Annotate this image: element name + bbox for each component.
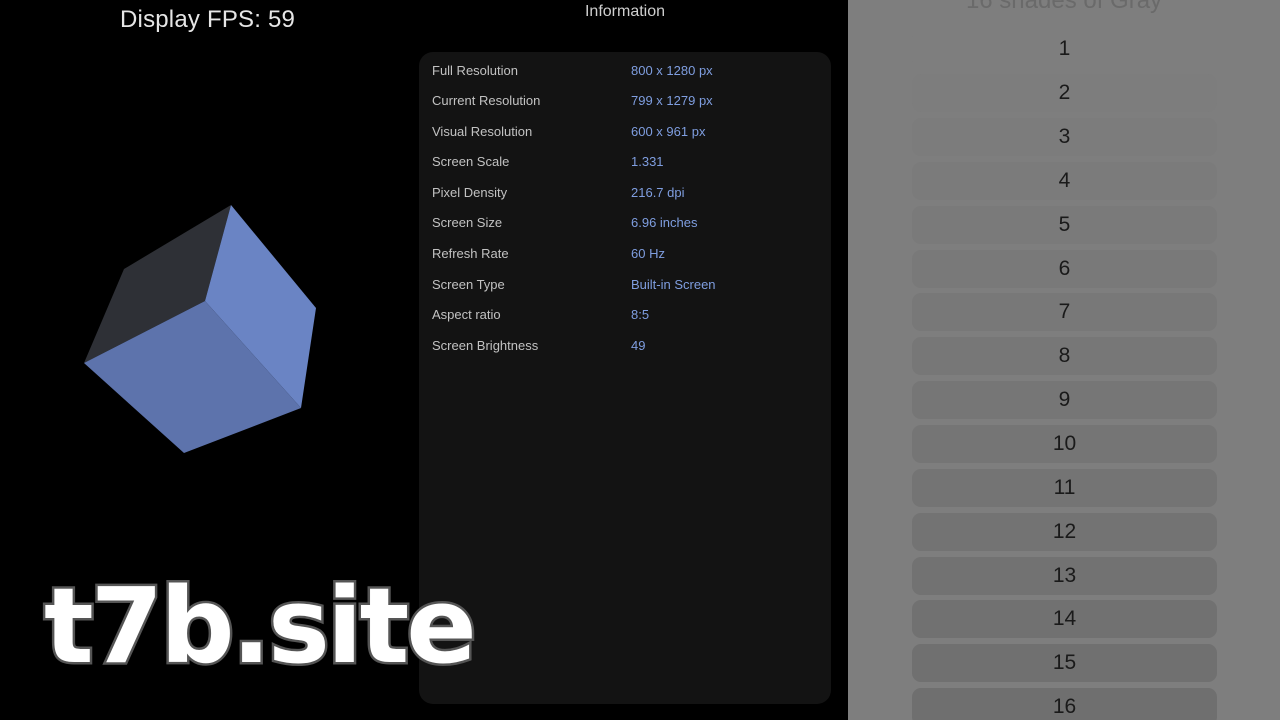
- info-value: 216.7 dpi: [631, 185, 685, 200]
- info-value: 6.96 inches: [631, 215, 698, 230]
- info-row-aspect-ratio: Aspect ratio 8:5: [432, 304, 822, 326]
- info-value: 600 x 961 px: [631, 124, 706, 139]
- shade-swatch-10: 10: [912, 425, 1217, 463]
- shade-swatch-8: 8: [912, 337, 1217, 375]
- info-value: 49: [631, 338, 646, 353]
- shade-swatch-14: 14: [912, 600, 1217, 638]
- info-label: Screen Type: [432, 277, 505, 292]
- info-row-screen-size: Screen Size 6.96 inches: [432, 212, 822, 234]
- shade-swatch-5: 5: [912, 206, 1217, 244]
- info-label: Pixel Density: [432, 185, 508, 200]
- info-value: 1.331: [631, 154, 664, 169]
- info-row-screen-brightness: Screen Brightness 49: [432, 335, 822, 357]
- rotating-cube: [70, 195, 330, 465]
- info-value: 8:5: [631, 307, 650, 322]
- shade-swatch-15: 15: [912, 644, 1217, 682]
- gray-shades-title: 16 shades of Gray: [965, 0, 1163, 14]
- info-label: Aspect ratio: [432, 307, 501, 322]
- shade-swatch-16: 16: [912, 688, 1217, 720]
- info-row-screen-scale: Screen Scale 1.331: [432, 151, 822, 173]
- info-value: 799 x 1279 px: [631, 93, 713, 108]
- shade-swatch-12: 12: [912, 513, 1217, 551]
- info-label: Screen Scale: [432, 154, 510, 169]
- fps-counter: Display FPS: 59: [120, 6, 296, 33]
- info-row-screen-type: Screen Type Built-in Screen: [432, 274, 822, 296]
- screen: Display FPS: 59 Information Full Resolut…: [0, 0, 1280, 720]
- info-label: Refresh Rate: [432, 246, 509, 261]
- shade-swatch-1: 1: [912, 30, 1217, 68]
- shade-swatch-9: 9: [912, 381, 1217, 419]
- info-value: 60 Hz: [631, 246, 665, 261]
- info-row-current-resolution: Current Resolution 799 x 1279 px: [432, 90, 822, 112]
- shade-swatch-11: 11: [912, 469, 1217, 507]
- info-value: Built-in Screen: [631, 277, 716, 292]
- info-card: Full Resolution 800 x 1280 px Current Re…: [419, 52, 831, 704]
- shade-swatch-3: 3: [912, 118, 1217, 156]
- info-label: Screen Brightness: [432, 338, 539, 353]
- info-value: 800 x 1280 px: [631, 63, 713, 78]
- shade-swatch-2: 2: [912, 74, 1217, 112]
- watermark: t7b.site: [42, 564, 480, 689]
- info-row-full-resolution: Full Resolution 800 x 1280 px: [432, 60, 822, 82]
- info-label: Current Resolution: [432, 93, 541, 108]
- info-row-refresh-rate: Refresh Rate 60 Hz: [432, 243, 822, 265]
- info-label: Visual Resolution: [432, 124, 533, 139]
- shade-swatch-13: 13: [912, 557, 1217, 595]
- info-label: Full Resolution: [432, 63, 518, 78]
- shade-swatch-4: 4: [912, 162, 1217, 200]
- info-row-pixel-density: Pixel Density 216.7 dpi: [432, 182, 822, 204]
- gray-shades-panel: 16 shades of Gray 1 2 3 4 5 6 7 8 9 10 1…: [848, 0, 1280, 720]
- info-label: Screen Size: [432, 215, 503, 230]
- info-row-visual-resolution: Visual Resolution 600 x 961 px: [432, 121, 822, 143]
- shade-swatch-7: 7: [912, 293, 1217, 331]
- shade-swatch-6: 6: [912, 250, 1217, 288]
- info-panel-title: Information: [584, 3, 666, 20]
